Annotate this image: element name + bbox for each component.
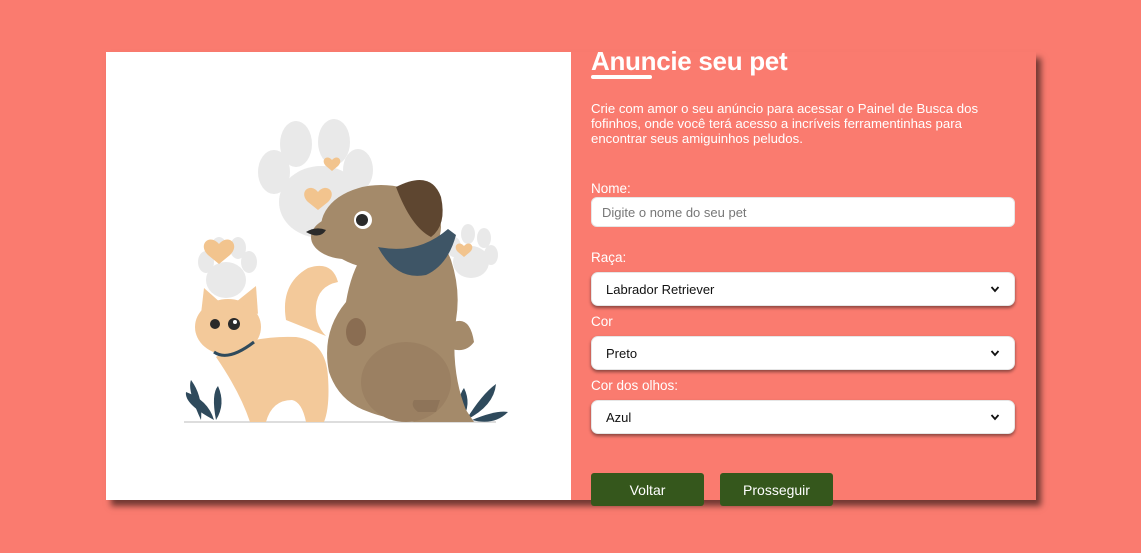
pet-ad-card: Anuncie seu pet Crie com amor o seu anún… bbox=[106, 46, 1036, 506]
eye-color-select[interactable]: Azul bbox=[591, 400, 1015, 434]
dog-and-cat-illustration bbox=[184, 119, 508, 423]
breed-label: Raça: bbox=[591, 250, 627, 265]
eye-color-label: Cor dos olhos: bbox=[591, 378, 679, 393]
color-label: Cor bbox=[591, 314, 613, 329]
next-button[interactable]: Prosseguir bbox=[720, 473, 833, 506]
illustration-panel bbox=[106, 52, 571, 500]
name-label: Nome: bbox=[591, 181, 631, 196]
chevron-down-icon bbox=[990, 414, 1000, 421]
color-select-value: Preto bbox=[606, 345, 638, 361]
breed-select[interactable]: Labrador Retriever bbox=[591, 272, 1015, 306]
breed-select-value: Labrador Retriever bbox=[606, 281, 715, 297]
back-button[interactable]: Voltar bbox=[591, 473, 704, 506]
page-title: Anuncie seu pet bbox=[591, 46, 788, 76]
form-panel: Anuncie seu pet Crie com amor o seu anún… bbox=[571, 46, 1036, 506]
page-description: Crie com amor o seu anúncio para acessar… bbox=[591, 101, 979, 146]
title-underline bbox=[591, 75, 652, 79]
chevron-down-icon bbox=[990, 350, 1000, 357]
eye-color-select-value: Azul bbox=[606, 409, 632, 425]
pet-name-input[interactable] bbox=[591, 197, 1015, 227]
color-select[interactable]: Preto bbox=[591, 336, 1015, 370]
chevron-down-icon bbox=[990, 286, 1000, 293]
dog-icon bbox=[306, 179, 474, 422]
